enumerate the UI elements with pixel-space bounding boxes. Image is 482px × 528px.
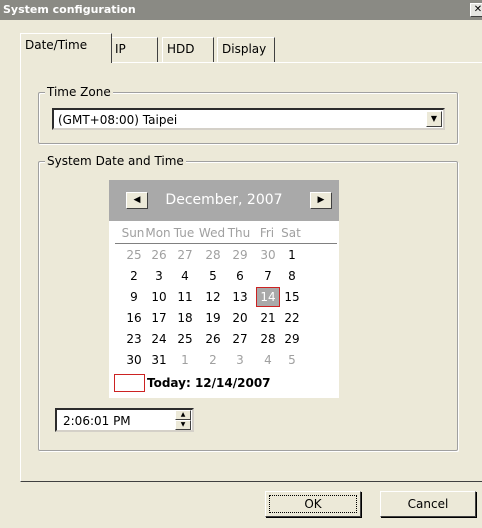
- calendar-day[interactable]: 15: [280, 287, 304, 307]
- calendar-day[interactable]: 8: [280, 266, 304, 286]
- tab-display[interactable]: Display: [217, 37, 275, 62]
- close-button[interactable]: ✕: [470, 3, 482, 17]
- calendar-day[interactable]: 13: [228, 287, 252, 307]
- time-input[interactable]: 2:06:01 PM ▲ ▼: [55, 408, 194, 432]
- calendar-divider: [115, 243, 337, 244]
- time-zone-select[interactable]: (GMT+08:00) Taipei ▼: [52, 108, 445, 130]
- cancel-label: Cancel: [407, 497, 449, 511]
- calendar-day[interactable]: 2: [122, 266, 146, 286]
- date-time-label: System Date and Time: [45, 154, 186, 168]
- calendar-day[interactable]: 10: [147, 287, 171, 307]
- tab-date-time[interactable]: Date/Time: [20, 33, 112, 63]
- weekday-label: Thu: [227, 226, 251, 240]
- calendar-day-selected[interactable]: 14: [256, 287, 280, 307]
- tab-ip[interactable]: IP: [110, 37, 158, 62]
- time-zone-value: (GMT+08:00) Taipei: [58, 113, 178, 127]
- calendar-day[interactable]: 27: [173, 245, 197, 265]
- calendar-day[interactable]: 3: [147, 266, 171, 286]
- calendar-day[interactable]: 25: [122, 245, 146, 265]
- calendar-day[interactable]: 16: [122, 308, 146, 328]
- calendar-day[interactable]: 26: [147, 245, 171, 265]
- spin-down-icon[interactable]: ▼: [175, 420, 191, 430]
- calendar-day[interactable]: 27: [228, 329, 252, 349]
- calendar-day[interactable]: 7: [256, 266, 280, 286]
- calendar-day[interactable]: 29: [228, 245, 252, 265]
- calendar-day[interactable]: 3: [228, 350, 252, 370]
- calendar-day[interactable]: 28: [201, 245, 225, 265]
- close-icon: ✕: [473, 4, 482, 15]
- calendar-day[interactable]: 25: [173, 329, 197, 349]
- time-value: 2:06:01 PM: [63, 414, 131, 428]
- tab-hdd[interactable]: HDD: [162, 37, 214, 62]
- chevron-down-icon[interactable]: ▼: [426, 111, 442, 127]
- weekday-label: Wed: [198, 226, 226, 240]
- calendar: ◀ December, 2007 ▶ Sun Mon Tue Wed Thu Fri Sat…: [109, 180, 339, 398]
- calendar-day[interactable]: 1: [173, 350, 197, 370]
- calendar-day[interactable]: 2: [201, 350, 225, 370]
- config-window: System configuration ✕ Date/Time IP HDD …: [0, 0, 482, 528]
- cancel-button[interactable]: Cancel: [380, 491, 476, 517]
- weekday-label: Sun: [121, 226, 145, 240]
- tab-ip-label: IP: [115, 42, 126, 56]
- calendar-day[interactable]: 22: [280, 308, 304, 328]
- calendar-day[interactable]: 31: [147, 350, 171, 370]
- calendar-day[interactable]: 26: [201, 329, 225, 349]
- calendar-day[interactable]: 5: [280, 350, 304, 370]
- calendar-day[interactable]: 30: [256, 245, 280, 265]
- weekday-label: Mon: [145, 226, 171, 240]
- calendar-day[interactable]: 6: [228, 266, 252, 286]
- calendar-day[interactable]: 5: [201, 266, 225, 286]
- today-label[interactable]: Today: 12/14/2007: [147, 375, 271, 391]
- tab-hdd-label: HDD: [167, 42, 195, 56]
- tab-date-time-label: Date/Time: [25, 38, 88, 52]
- calendar-day[interactable]: 30: [122, 350, 146, 370]
- next-month-button[interactable]: ▶: [310, 192, 332, 209]
- calendar-day[interactable]: 21: [256, 308, 280, 328]
- calendar-day[interactable]: 18: [173, 308, 197, 328]
- calendar-day[interactable]: 4: [256, 350, 280, 370]
- calendar-day[interactable]: 29: [280, 329, 304, 349]
- today-marker: [114, 374, 145, 392]
- calendar-day[interactable]: 24: [147, 329, 171, 349]
- chevron-right-icon: ▶: [317, 195, 325, 205]
- window-title: System configuration: [3, 3, 136, 16]
- calendar-day[interactable]: 1: [280, 245, 304, 265]
- calendar-day[interactable]: 4: [173, 266, 197, 286]
- calendar-header: ◀ December, 2007 ▶: [109, 180, 339, 221]
- calendar-day[interactable]: 28: [256, 329, 280, 349]
- calendar-day[interactable]: 19: [201, 308, 225, 328]
- spin-up-icon[interactable]: ▲: [175, 410, 191, 420]
- ok-button[interactable]: OK: [265, 491, 361, 517]
- calendar-day[interactable]: 9: [122, 287, 146, 307]
- weekday-label: Sat: [281, 226, 301, 240]
- tab-display-label: Display: [222, 42, 267, 56]
- calendar-day[interactable]: 17: [147, 308, 171, 328]
- calendar-day[interactable]: 23: [122, 329, 146, 349]
- focus-rect: [269, 495, 357, 513]
- calendar-day[interactable]: 12: [201, 287, 225, 307]
- title-bar[interactable]: System configuration ✕: [0, 0, 482, 20]
- weekday-label: Tue: [173, 226, 195, 240]
- calendar-day[interactable]: 20: [228, 308, 252, 328]
- calendar-day[interactable]: 11: [173, 287, 197, 307]
- calendar-month-title: December, 2007: [165, 192, 283, 208]
- time-zone-label: Time Zone: [45, 85, 113, 99]
